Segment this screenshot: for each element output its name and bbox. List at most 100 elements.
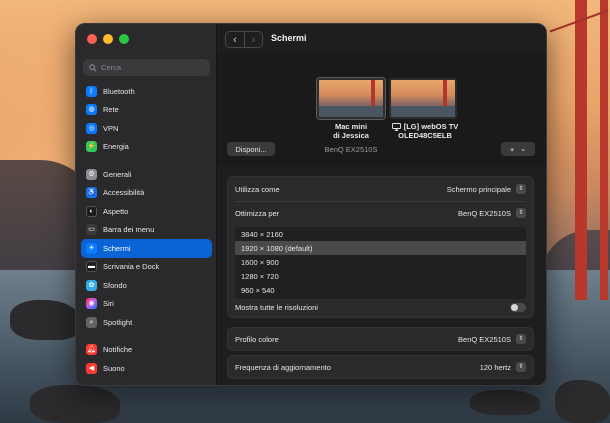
sidebar-item-suono[interactable]: ◀ Suono (81, 359, 212, 378)
use-as-row[interactable]: Utilizza come Schermo principale ⇕ (228, 179, 533, 199)
vpn-icon: ◎ (86, 122, 97, 134)
sidebar-item-rete[interactable]: ◍ Rete (81, 101, 212, 120)
siri-icon: ◉ (86, 298, 97, 310)
sidebar-item-label: VPN (103, 123, 119, 133)
globe-icon: ◍ (86, 104, 97, 116)
updown-chevron-icon: ⇕ (516, 208, 526, 218)
sidebar-item-sfondo[interactable]: ✿ Sfondo (81, 276, 212, 295)
minimize-button[interactable] (103, 34, 113, 44)
wallpaper-icon: ✿ (86, 279, 97, 291)
optimize-for-row[interactable]: Ottimizza per BenQ EX2510S ⇕ (228, 203, 533, 223)
chevron-down-icon: ⌄ (520, 146, 527, 153)
display-wallpaper-thumbnail (319, 106, 383, 117)
sidebar-item-siri[interactable]: ◉ Siri (81, 295, 212, 314)
show-all-resolutions-toggle[interactable] (510, 302, 526, 312)
refresh-rate-label: Frequenza di aggiornamento (235, 362, 331, 372)
sidebar-item-label: Rete (103, 105, 119, 115)
sidebar-list: ᛒ Bluetooth ◍ Rete ◎ VPN ⚡ Energia ⚙ Gen… (81, 82, 212, 378)
sidebar-item-label: Aspetto (103, 206, 129, 216)
chevron-left-icon: ‹ (233, 33, 237, 46)
resolution-list: 3840 × 2160 1920 × 1080 (default) 1600 ×… (235, 227, 526, 299)
sidebar-item-label: Schermi (103, 243, 131, 253)
forward-button[interactable]: › (243, 32, 262, 47)
sidebar-item-spotlight[interactable]: ⌕ Spotlight (81, 313, 212, 332)
sidebar-item-aspetto[interactable]: ◐ Aspetto (81, 202, 212, 221)
updown-chevron-icon: ⇕ (516, 362, 526, 372)
refresh-rate-row[interactable]: Frequenza di aggiornamento 120 hertz ⇕ (228, 357, 533, 377)
display-mac-mini[interactable] (317, 78, 385, 119)
chevron-right-icon: › (251, 33, 256, 46)
sidebar-item-scrivania-e-dock[interactable]: ▬ Scrivania e Dock (81, 258, 212, 277)
display-name-text: [LG] webOS TV (403, 122, 459, 131)
refresh-rate-value: 120 hertz (479, 362, 511, 372)
search-placeholder: Cerca (101, 63, 122, 72)
refresh-rate-group: Frequenza di aggiornamento 120 hertz ⇕ (227, 355, 534, 379)
wallpaper-rock (10, 300, 80, 340)
system-settings-window: Cerca ᛒ Bluetooth ◍ Rete ◎ VPN ⚡ Energia… (75, 23, 547, 386)
optimize-for-popup[interactable]: BenQ EX2510S ⇕ (458, 208, 526, 218)
display-model-subtitle: BenQ EX2510S (324, 145, 378, 154)
bluetooth-icon: ᛒ (86, 85, 97, 97)
color-profile-popup[interactable]: BenQ EX2510S ⇕ (458, 334, 526, 344)
speaker-icon: ◀ (86, 362, 97, 374)
sidebar-item-label: Spotlight (103, 317, 133, 327)
display-name-line: di Jessica (333, 131, 369, 140)
resolution-option[interactable]: 960 × 540 (235, 283, 526, 297)
close-button[interactable] (87, 34, 97, 44)
display-lg-tv[interactable] (389, 78, 457, 119)
refresh-rate-popup[interactable]: 120 hertz ⇕ (480, 362, 526, 372)
display-name-line: Mac mini (334, 122, 368, 131)
sun-icon: ☀ (86, 242, 97, 254)
back-button[interactable]: ‹ (226, 32, 244, 47)
plus-icon: + (509, 144, 515, 154)
sidebar-item-barra-dei-menu[interactable]: ▭ Barra dei menu (81, 221, 212, 240)
airplay-icon (391, 122, 401, 131)
menubar-icon: ▭ (86, 224, 97, 236)
appearance-icon: ◐ (86, 205, 97, 217)
add-display-button[interactable]: + ⌄ (501, 142, 535, 156)
resolution-option[interactable]: 1280 × 720 (235, 269, 526, 283)
show-all-resolutions-row: Mostra tutte le risoluzioni (228, 297, 533, 317)
page-title: Schermi (271, 33, 307, 43)
show-all-resolutions-label: Mostra tutte le risoluzioni (235, 302, 318, 312)
sidebar-item-notifiche[interactable]: 🔔︎ Notifiche (81, 341, 212, 360)
accessibility-icon: ♿ (86, 187, 97, 199)
sidebar-item-label: Bluetooth (103, 86, 135, 96)
sidebar-divider (81, 332, 212, 341)
sidebar-item-vpn[interactable]: ◎ VPN (81, 119, 212, 138)
sidebar-item-label: Energia (103, 142, 129, 152)
sidebar-item-label: Sfondo (103, 280, 127, 290)
zoom-button[interactable] (119, 34, 129, 44)
main-pane: ‹ › Schermi Mac mini di Jessica [LG] web… (217, 24, 546, 385)
battery-icon: ⚡ (86, 141, 97, 153)
sidebar-item-bluetooth[interactable]: ᛒ Bluetooth (81, 82, 212, 101)
color-profile-group: Profilo colore BenQ EX2510S ⇕ (227, 327, 534, 351)
sidebar-item-label: Scrivania e Dock (103, 262, 160, 272)
color-profile-row[interactable]: Profilo colore BenQ EX2510S ⇕ (228, 329, 533, 349)
sidebar-item-accessibilita[interactable]: ♿ Accessibilità (81, 184, 212, 203)
bell-icon: 🔔︎ (86, 344, 97, 356)
resolution-option[interactable]: 3840 × 2160 (235, 227, 526, 241)
window-controls (87, 34, 129, 44)
search-input[interactable]: Cerca (83, 59, 210, 76)
optimize-for-label: Ottimizza per (235, 208, 280, 218)
sidebar-item-generali[interactable]: ⚙ Generali (81, 165, 212, 184)
sidebar-item-energia[interactable]: ⚡ Energia (81, 138, 212, 157)
use-as-label: Utilizza come (235, 184, 280, 194)
use-as-popup[interactable]: Schermo principale ⇕ (447, 184, 526, 194)
wallpaper-rock (555, 380, 610, 423)
sidebar-item-label: Siri (103, 299, 114, 309)
resolution-option[interactable]: 1600 × 900 (235, 255, 526, 269)
arrange-button[interactable]: Disponi... (227, 142, 275, 156)
updown-chevron-icon: ⇕ (516, 184, 526, 194)
use-as-value: Schermo principale (446, 184, 511, 194)
updown-chevron-icon: ⇕ (516, 334, 526, 344)
optimize-for-value: BenQ EX2510S (458, 208, 511, 218)
gear-icon: ⚙ (86, 168, 97, 180)
sidebar-item-schermi[interactable]: ☀ Schermi (81, 239, 212, 258)
sidebar-divider (81, 156, 212, 165)
resolution-option-selected[interactable]: 1920 × 1080 (default) (235, 241, 526, 255)
wallpaper-rock (30, 385, 120, 423)
sidebar-item-label: Generali (103, 169, 132, 179)
display-wallpaper-thumbnail (391, 106, 455, 117)
